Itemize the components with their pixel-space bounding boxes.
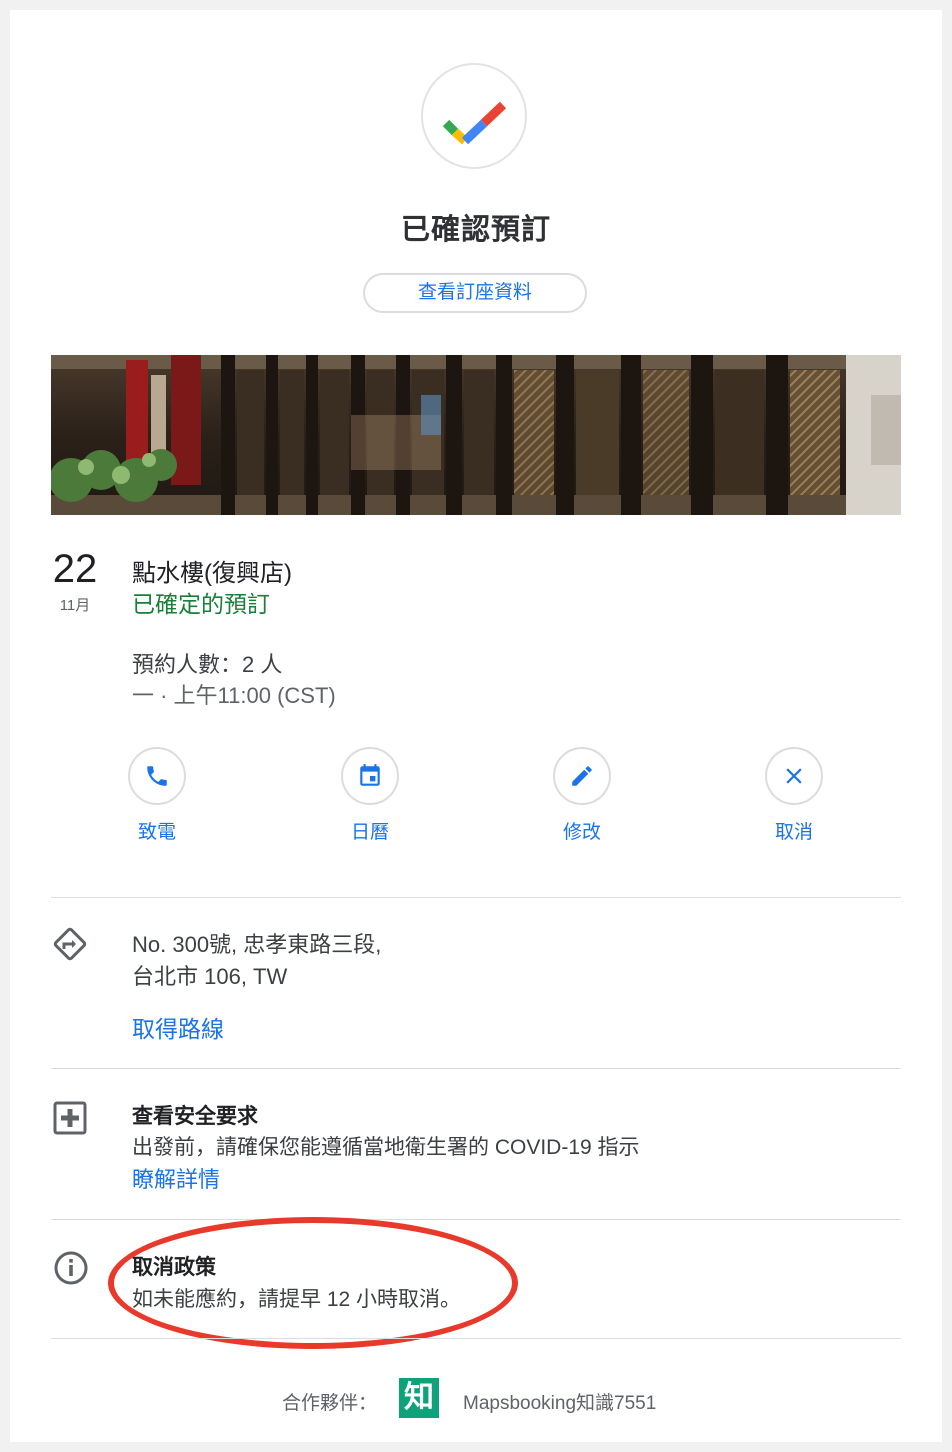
edit-pencil-icon [553,747,611,805]
confirmed-check-icon [421,63,527,169]
party-size: 預約人數：2 人 [132,652,283,677]
call-label: 致電 [137,822,176,843]
modify-button[interactable]: 修改 [522,747,642,844]
view-booking-button[interactable]: 查看訂座資料 [363,273,587,313]
booking-status: 已確定的預訂 [132,591,270,617]
divider [51,1219,901,1220]
learn-more-link[interactable]: 瞭解詳情 [132,1162,220,1194]
divider [51,897,901,898]
page-title: 已確認預訂 [400,214,551,246]
cancel-label: 取消 [774,822,813,843]
address-line-2: 台北市 106, TW [132,964,288,989]
partner-label: 合作夥伴： [282,1393,378,1414]
medical-plus-icon [51,1099,91,1139]
phone-icon [128,747,186,805]
partner-logo: 知 [399,1378,439,1418]
info-icon [51,1248,91,1288]
safety-title: 查看安全要求 [132,1105,258,1128]
booking-time: 一 · 上午11:00 (CST) [132,683,336,708]
booking-day: 22 [52,547,98,591]
directions-icon [51,925,91,965]
partner-name: Mapsbooking知識7551 [463,1393,657,1414]
call-button[interactable]: 致電 [97,747,217,844]
safety-description: 出發前，請確保您能遵循當地衛生署的 COVID-19 指示 [132,1136,640,1159]
calendar-icon [341,747,399,805]
highlight-annotation [108,1217,518,1349]
divider [51,1338,901,1339]
close-icon [765,747,823,805]
address-line-1: No. 300號, 忠孝東路三段, [132,932,382,957]
calendar-label: 日曆 [350,822,389,843]
get-directions-link[interactable]: 取得路線 [132,1010,224,1044]
restaurant-name: 點水樓(復興店) [132,560,292,587]
restaurant-photo [51,355,901,515]
cancel-button[interactable]: 取消 [734,747,854,844]
booking-confirmation-card: 已確認預訂 查看訂座資料 22 11月 點水樓(復興店) 已確定的預訂 預約人數… [10,10,942,1442]
booking-month: 11月 [59,597,91,614]
calendar-button[interactable]: 日曆 [310,747,430,844]
modify-label: 修改 [562,822,601,843]
divider [51,1068,901,1069]
